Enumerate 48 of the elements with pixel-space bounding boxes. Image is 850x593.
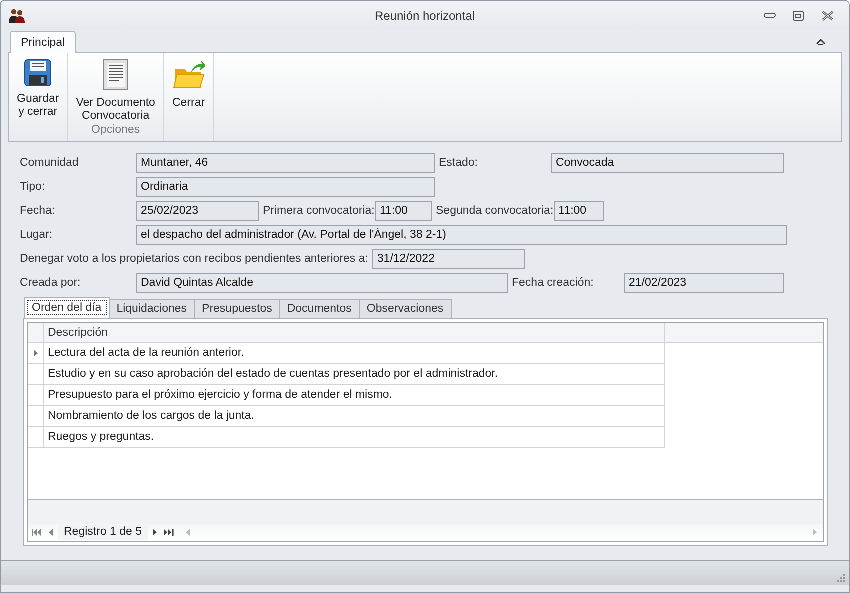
tab[interactable]: Observaciones xyxy=(358,299,452,318)
table-cell: Nombramiento de los cargos de la junta. xyxy=(44,406,665,427)
ribbon-button[interactable]: Ver Documento Convocatoria xyxy=(70,57,162,121)
tab[interactable]: Presupuestos xyxy=(194,299,280,318)
text-field[interactable]: 11:00 xyxy=(554,201,604,221)
field-label: Segunda convocatoria: xyxy=(436,205,554,217)
ribbon-button[interactable]: Cerrar xyxy=(166,57,212,121)
field-label: Fecha creación: xyxy=(512,277,595,289)
text-field[interactable]: Convocada xyxy=(551,153,784,173)
tab[interactable]: Liquidaciones xyxy=(108,299,196,318)
row-indicator[interactable] xyxy=(28,343,44,364)
text-field[interactable]: 25/02/2023 xyxy=(136,201,259,221)
field-label: Tipo: xyxy=(20,181,46,193)
resize-grip-icon[interactable] xyxy=(836,573,845,582)
ribbon-tab[interactable]: Principal xyxy=(10,31,76,53)
field-label: Comunidad xyxy=(20,157,80,169)
field-label: Primera convocatoria: xyxy=(263,205,375,217)
field-label: Lugar: xyxy=(20,229,54,241)
record-counter: Registro 1 de 5 xyxy=(58,524,148,540)
text-field[interactable]: David Quintas Alcalde xyxy=(136,273,508,293)
table-cell: Presupuesto para el próximo ejercicio y forma de atender el mismo. xyxy=(44,385,665,406)
text-field[interactable]: 31/12/2022 xyxy=(372,249,526,269)
people-icon xyxy=(9,8,25,22)
field-label: Denegar voto a los propietarios con recibos pendientes anteriores a: xyxy=(20,253,368,265)
document-icon xyxy=(102,59,130,91)
text-field[interactable]: Muntaner, 46 xyxy=(136,153,435,173)
table-cell: Lectura del acta de la reunión anterior. xyxy=(44,343,665,364)
close-icon[interactable] xyxy=(822,10,834,20)
window-title: Reunión horizontal xyxy=(374,9,476,23)
folder-arrow-icon xyxy=(172,59,205,91)
scroll-left-icon[interactable] xyxy=(186,528,190,536)
tab[interactable]: Documentos xyxy=(279,299,360,318)
table-cell: Estudio y en su caso aprobación del estado de cuentas presentado por el administrador. xyxy=(44,364,665,385)
field-label: Creada por: xyxy=(20,277,82,289)
text-field[interactable]: 11:00 xyxy=(375,201,432,221)
text-field[interactable]: 21/02/2023 xyxy=(624,273,784,293)
field-label: Estado: xyxy=(439,157,479,169)
field-label: Fecha: xyxy=(20,205,56,217)
scroll-right-icon[interactable] xyxy=(813,528,817,536)
restore-icon[interactable] xyxy=(793,10,804,20)
text-field[interactable]: el despacho del administrador (Av. Portal de l'Àngel, 38 2-1) xyxy=(136,225,787,245)
tab[interactable]: Orden del día xyxy=(24,297,110,318)
current-row-icon xyxy=(34,350,38,356)
text-field[interactable]: Ordinaria xyxy=(136,177,435,197)
minimize-icon[interactable] xyxy=(764,12,776,18)
group-caption: Opciones xyxy=(92,124,140,138)
table-cell: Ruegos y preguntas. xyxy=(44,427,665,448)
ribbon-button[interactable]: Guardar y cerrar xyxy=(11,57,66,121)
